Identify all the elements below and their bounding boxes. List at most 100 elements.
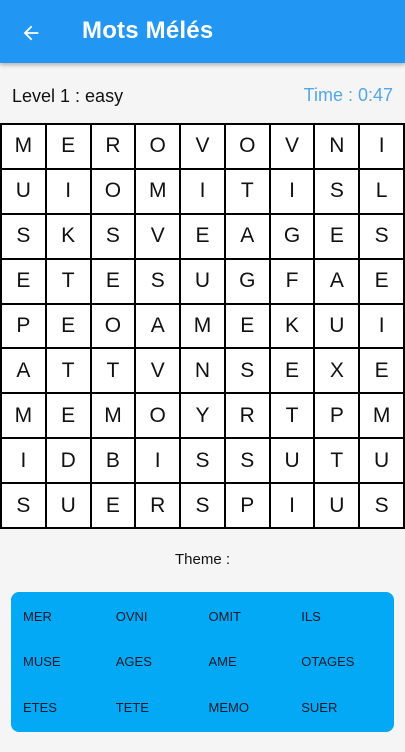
- grid-cell[interactable]: K: [46, 214, 92, 260]
- grid-cell[interactable]: D: [46, 439, 92, 485]
- grid-cell[interactable]: Y: [181, 394, 226, 440]
- word-item: OVNI: [115, 609, 148, 625]
- grid-cell[interactable]: V: [181, 125, 226, 170]
- grid-cell[interactable]: O: [136, 125, 182, 170]
- grid-cell[interactable]: U: [181, 259, 226, 305]
- grid-cell[interactable]: I: [181, 169, 226, 215]
- grid-cell[interactable]: S: [2, 484, 47, 529]
- grid-cell[interactable]: X: [315, 349, 361, 395]
- grid-cell[interactable]: E: [2, 259, 47, 305]
- word-item: AME: [208, 654, 237, 670]
- grid-cell[interactable]: M: [91, 394, 137, 440]
- grid-cell[interactable]: S: [315, 169, 361, 215]
- grid-cell[interactable]: S: [181, 484, 226, 529]
- grid-cell[interactable]: U: [46, 484, 92, 529]
- grid-cell[interactable]: T: [225, 169, 271, 215]
- word-item: OMIT: [208, 609, 242, 625]
- grid-cell[interactable]: S: [360, 484, 405, 529]
- grid-cell[interactable]: A: [225, 214, 271, 260]
- grid-cell[interactable]: O: [136, 394, 182, 440]
- grid-cell[interactable]: L: [360, 169, 405, 215]
- grid-cell[interactable]: E: [315, 214, 361, 260]
- grid-cell[interactable]: M: [360, 394, 405, 440]
- grid-cell[interactable]: S: [91, 214, 137, 260]
- grid-cell[interactable]: S: [181, 439, 226, 485]
- word-item: MER: [23, 609, 52, 625]
- grid-cell[interactable]: I: [360, 125, 405, 170]
- grid-cell[interactable]: U: [2, 169, 47, 215]
- grid-cell[interactable]: P: [225, 484, 271, 529]
- grid-cell[interactable]: K: [270, 304, 316, 350]
- grid-cell[interactable]: S: [136, 259, 182, 305]
- grid-cell[interactable]: U: [315, 484, 361, 529]
- grid-cell[interactable]: A: [136, 304, 182, 350]
- word-item: TETE: [115, 699, 149, 715]
- grid-cell[interactable]: E: [225, 304, 271, 350]
- grid-cell[interactable]: I: [2, 439, 47, 485]
- grid-cell[interactable]: V: [270, 125, 316, 170]
- grid-cell[interactable]: P: [2, 304, 47, 350]
- grid-cell[interactable]: T: [46, 349, 92, 395]
- grid-cell[interactable]: N: [181, 349, 226, 395]
- grid-cell[interactable]: P: [315, 394, 361, 440]
- grid-cell[interactable]: A: [2, 349, 47, 395]
- grid-cell[interactable]: I: [46, 169, 92, 215]
- level-label: Level 1 : easy: [12, 86, 124, 106]
- grid-cell[interactable]: E: [46, 394, 92, 440]
- grid-cell[interactable]: A: [315, 259, 361, 305]
- grid-cell[interactable]: S: [360, 214, 405, 260]
- grid-cell[interactable]: E: [46, 304, 92, 350]
- grid-cell[interactable]: O: [91, 169, 137, 215]
- grid-cell[interactable]: I: [136, 439, 182, 485]
- grid-cell[interactable]: V: [136, 214, 182, 260]
- word-item: OTAGES: [301, 654, 355, 670]
- word-item: ILS: [301, 609, 321, 625]
- word-item: MUSE: [23, 654, 61, 670]
- grid-cell[interactable]: O: [91, 304, 137, 350]
- grid-cell[interactable]: T: [91, 349, 137, 395]
- grid-cell[interactable]: T: [315, 439, 361, 485]
- grid-cell[interactable]: G: [270, 214, 316, 260]
- grid-cell[interactable]: M: [2, 125, 47, 170]
- grid-cell[interactable]: T: [270, 394, 316, 440]
- word-item: AGES: [115, 654, 152, 670]
- grid-cell[interactable]: R: [136, 484, 182, 529]
- grid-cell[interactable]: E: [270, 349, 316, 395]
- theme-label: Theme :: [174, 551, 231, 568]
- grid-cell[interactable]: E: [181, 214, 226, 260]
- grid-cell[interactable]: I: [360, 304, 405, 350]
- status-row: Level 1 : easy Time : 0:47: [0, 84, 405, 110]
- grid-cell[interactable]: F: [270, 259, 316, 305]
- grid-cell[interactable]: I: [270, 484, 316, 529]
- word-list-panel: MER OVNI OMIT ILS MUSE AGES AME OTAGES ETES TETE M…: [11, 592, 394, 732]
- grid-cell[interactable]: S: [225, 349, 271, 395]
- grid-cell[interactable]: O: [225, 125, 271, 170]
- grid-cell[interactable]: S: [225, 439, 271, 485]
- grid-cell[interactable]: N: [315, 125, 361, 170]
- grid-cell[interactable]: G: [225, 259, 271, 305]
- grid-cell[interactable]: R: [91, 125, 137, 170]
- grid-cell[interactable]: M: [2, 394, 47, 440]
- grid-cell[interactable]: U: [270, 439, 316, 485]
- word-item: MEMO: [208, 699, 249, 715]
- grid-cell[interactable]: E: [360, 349, 405, 395]
- grid-cell[interactable]: E: [91, 259, 137, 305]
- app-title: Mots Mélés: [82, 17, 214, 44]
- grid-cell[interactable]: M: [136, 169, 182, 215]
- grid-cell[interactable]: E: [46, 125, 92, 170]
- app-bar: Mots Mélés: [0, 0, 405, 63]
- back-button[interactable]: [14, 16, 48, 50]
- grid-cell[interactable]: R: [225, 394, 271, 440]
- grid-cell[interactable]: I: [270, 169, 316, 215]
- arrow-left-icon: [23, 25, 39, 41]
- grid-cell[interactable]: E: [91, 484, 137, 529]
- grid-cell[interactable]: B: [91, 439, 137, 485]
- grid-cell[interactable]: U: [315, 304, 361, 350]
- grid-cell[interactable]: U: [360, 439, 405, 485]
- grid-cell[interactable]: V: [136, 349, 182, 395]
- grid-cell[interactable]: M: [181, 304, 226, 350]
- grid-cell[interactable]: T: [46, 259, 92, 305]
- grid-cell[interactable]: E: [360, 259, 405, 305]
- letter-grid: MEROVOVNIUIOMITISLSKSVEAGESETESUGFAEPEOA…: [0, 123, 405, 529]
- grid-cell[interactable]: S: [2, 214, 47, 260]
